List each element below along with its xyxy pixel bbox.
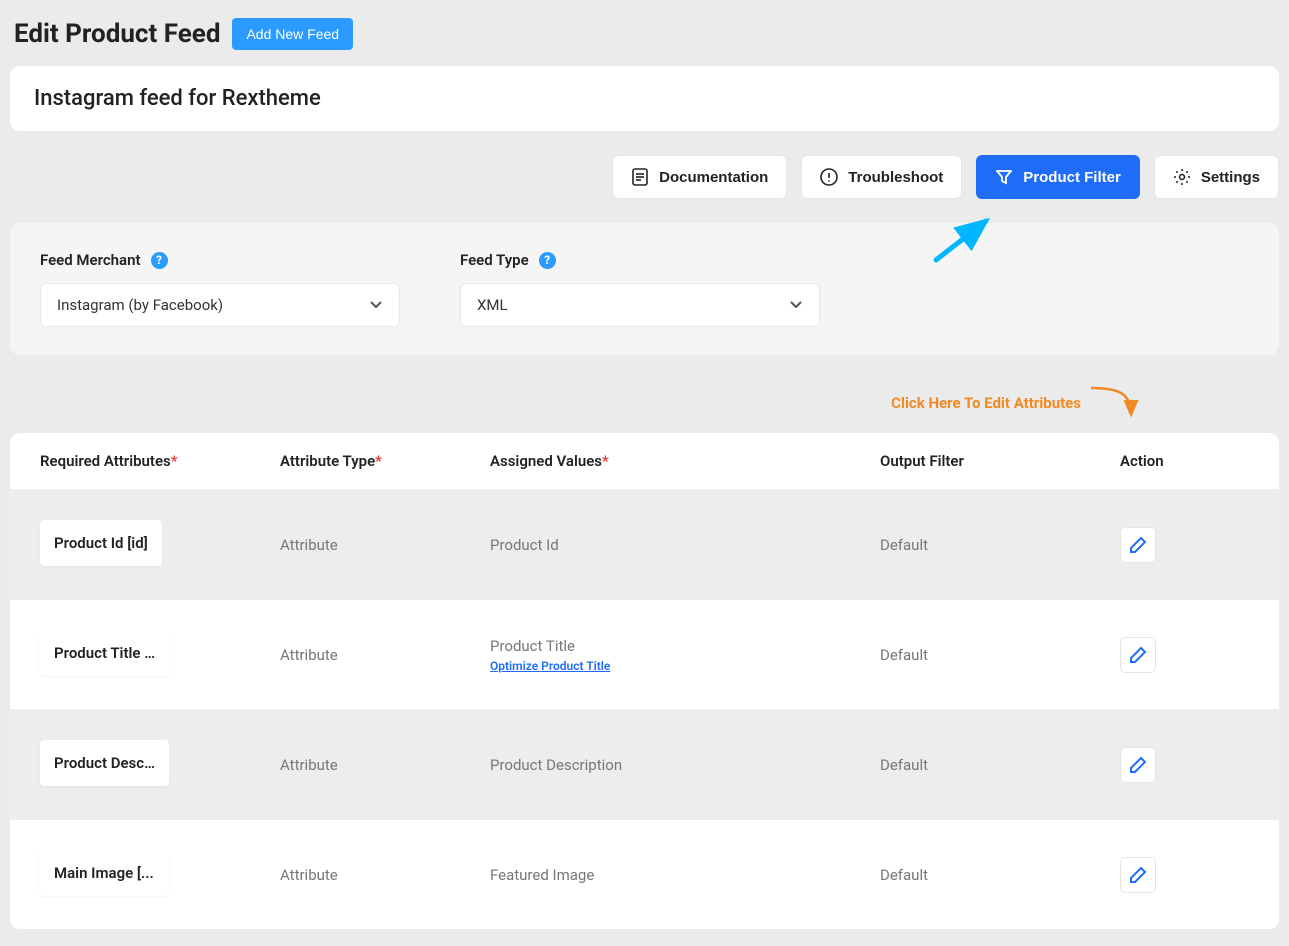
col-action: Action [1120, 452, 1240, 470]
chevron-down-icon [369, 300, 383, 310]
page-title: Edit Product Feed [14, 19, 220, 49]
troubleshoot-button[interactable]: Troubleshoot [801, 155, 962, 199]
pencil-icon [1129, 536, 1147, 554]
edit-row-button[interactable] [1120, 637, 1156, 673]
documentation-button[interactable]: Documentation [612, 155, 787, 199]
optimize-title-link[interactable]: Optimize Product Title [490, 659, 880, 673]
output-filter-cell: Default [880, 646, 1120, 664]
edit-attributes-text: Click Here To Edit Attributes [891, 394, 1081, 412]
assigned-value-cell: Product Title [490, 637, 880, 655]
output-filter-cell: Default [880, 756, 1120, 774]
curved-arrow-icon [1089, 383, 1139, 423]
attribute-type-cell: Attribute [280, 646, 490, 664]
feed-config-card: Feed Merchant ? Instagram (by Facebook) … [10, 223, 1279, 355]
table-row: Product Desc… Attribute Product Descript… [10, 709, 1279, 819]
output-filter-cell: Default [880, 866, 1120, 884]
col-assigned: Assigned Values* [490, 452, 880, 470]
required-attribute-chip[interactable]: Main Image [... [40, 850, 168, 896]
assigned-value-cell: Product Description [490, 756, 880, 774]
edit-attributes-hint: Click Here To Edit Attributes [10, 383, 1279, 433]
chevron-down-icon [789, 300, 803, 310]
document-icon [631, 168, 649, 186]
pencil-icon [1129, 866, 1147, 884]
feed-name-card: Instagram feed for Rextheme [10, 66, 1279, 131]
edit-row-button[interactable] [1120, 857, 1156, 893]
feed-type-value: XML [477, 296, 508, 314]
attribute-type-cell: Attribute [280, 866, 490, 884]
table-row: Product Id [id] Attribute Product Id Def… [10, 489, 1279, 599]
table-row: Product Title … Attribute Product Title … [10, 599, 1279, 709]
required-attribute-chip[interactable]: Product Desc… [40, 740, 169, 786]
filter-icon [995, 168, 1013, 186]
product-filter-label: Product Filter [1023, 169, 1121, 186]
table-row: Main Image [... Attribute Featured Image… [10, 819, 1279, 929]
attribute-type-cell: Attribute [280, 536, 490, 554]
pencil-icon [1129, 646, 1147, 664]
col-required: Required Attributes* [40, 452, 280, 470]
alert-icon [820, 168, 838, 186]
col-attr-type: Attribute Type* [280, 452, 490, 470]
col-output-filter: Output Filter [880, 452, 1120, 470]
documentation-label: Documentation [659, 169, 768, 186]
settings-button[interactable]: Settings [1154, 155, 1279, 199]
edit-row-button[interactable] [1120, 527, 1156, 563]
troubleshoot-label: Troubleshoot [848, 169, 943, 186]
product-filter-button[interactable]: Product Filter [976, 155, 1140, 199]
settings-label: Settings [1201, 169, 1260, 186]
attributes-table: Required Attributes* Attribute Type* Ass… [10, 433, 1279, 929]
feed-merchant-label: Feed Merchant ? [40, 251, 400, 269]
output-filter-cell: Default [880, 536, 1120, 554]
table-header: Required Attributes* Attribute Type* Ass… [10, 433, 1279, 489]
feed-merchant-value: Instagram (by Facebook) [57, 296, 223, 314]
help-icon[interactable]: ? [539, 252, 556, 269]
add-new-feed-button[interactable]: Add New Feed [232, 18, 353, 50]
toolbar: Documentation Troubleshoot Product Filte… [10, 155, 1279, 199]
required-attribute-chip[interactable]: Product Title … [40, 630, 169, 676]
gear-icon [1173, 168, 1191, 186]
assigned-value-cell: Product Id [490, 536, 880, 554]
attribute-type-cell: Attribute [280, 756, 490, 774]
feed-merchant-select[interactable]: Instagram (by Facebook) [40, 283, 400, 327]
feed-type-select[interactable]: XML [460, 283, 820, 327]
help-icon[interactable]: ? [151, 252, 168, 269]
feed-name-input[interactable]: Instagram feed for Rextheme [34, 86, 1255, 111]
edit-row-button[interactable] [1120, 747, 1156, 783]
assigned-value-cell: Featured Image [490, 866, 880, 884]
pencil-icon [1129, 756, 1147, 774]
feed-type-label: Feed Type ? [460, 251, 820, 269]
required-attribute-chip[interactable]: Product Id [id] [40, 520, 162, 566]
